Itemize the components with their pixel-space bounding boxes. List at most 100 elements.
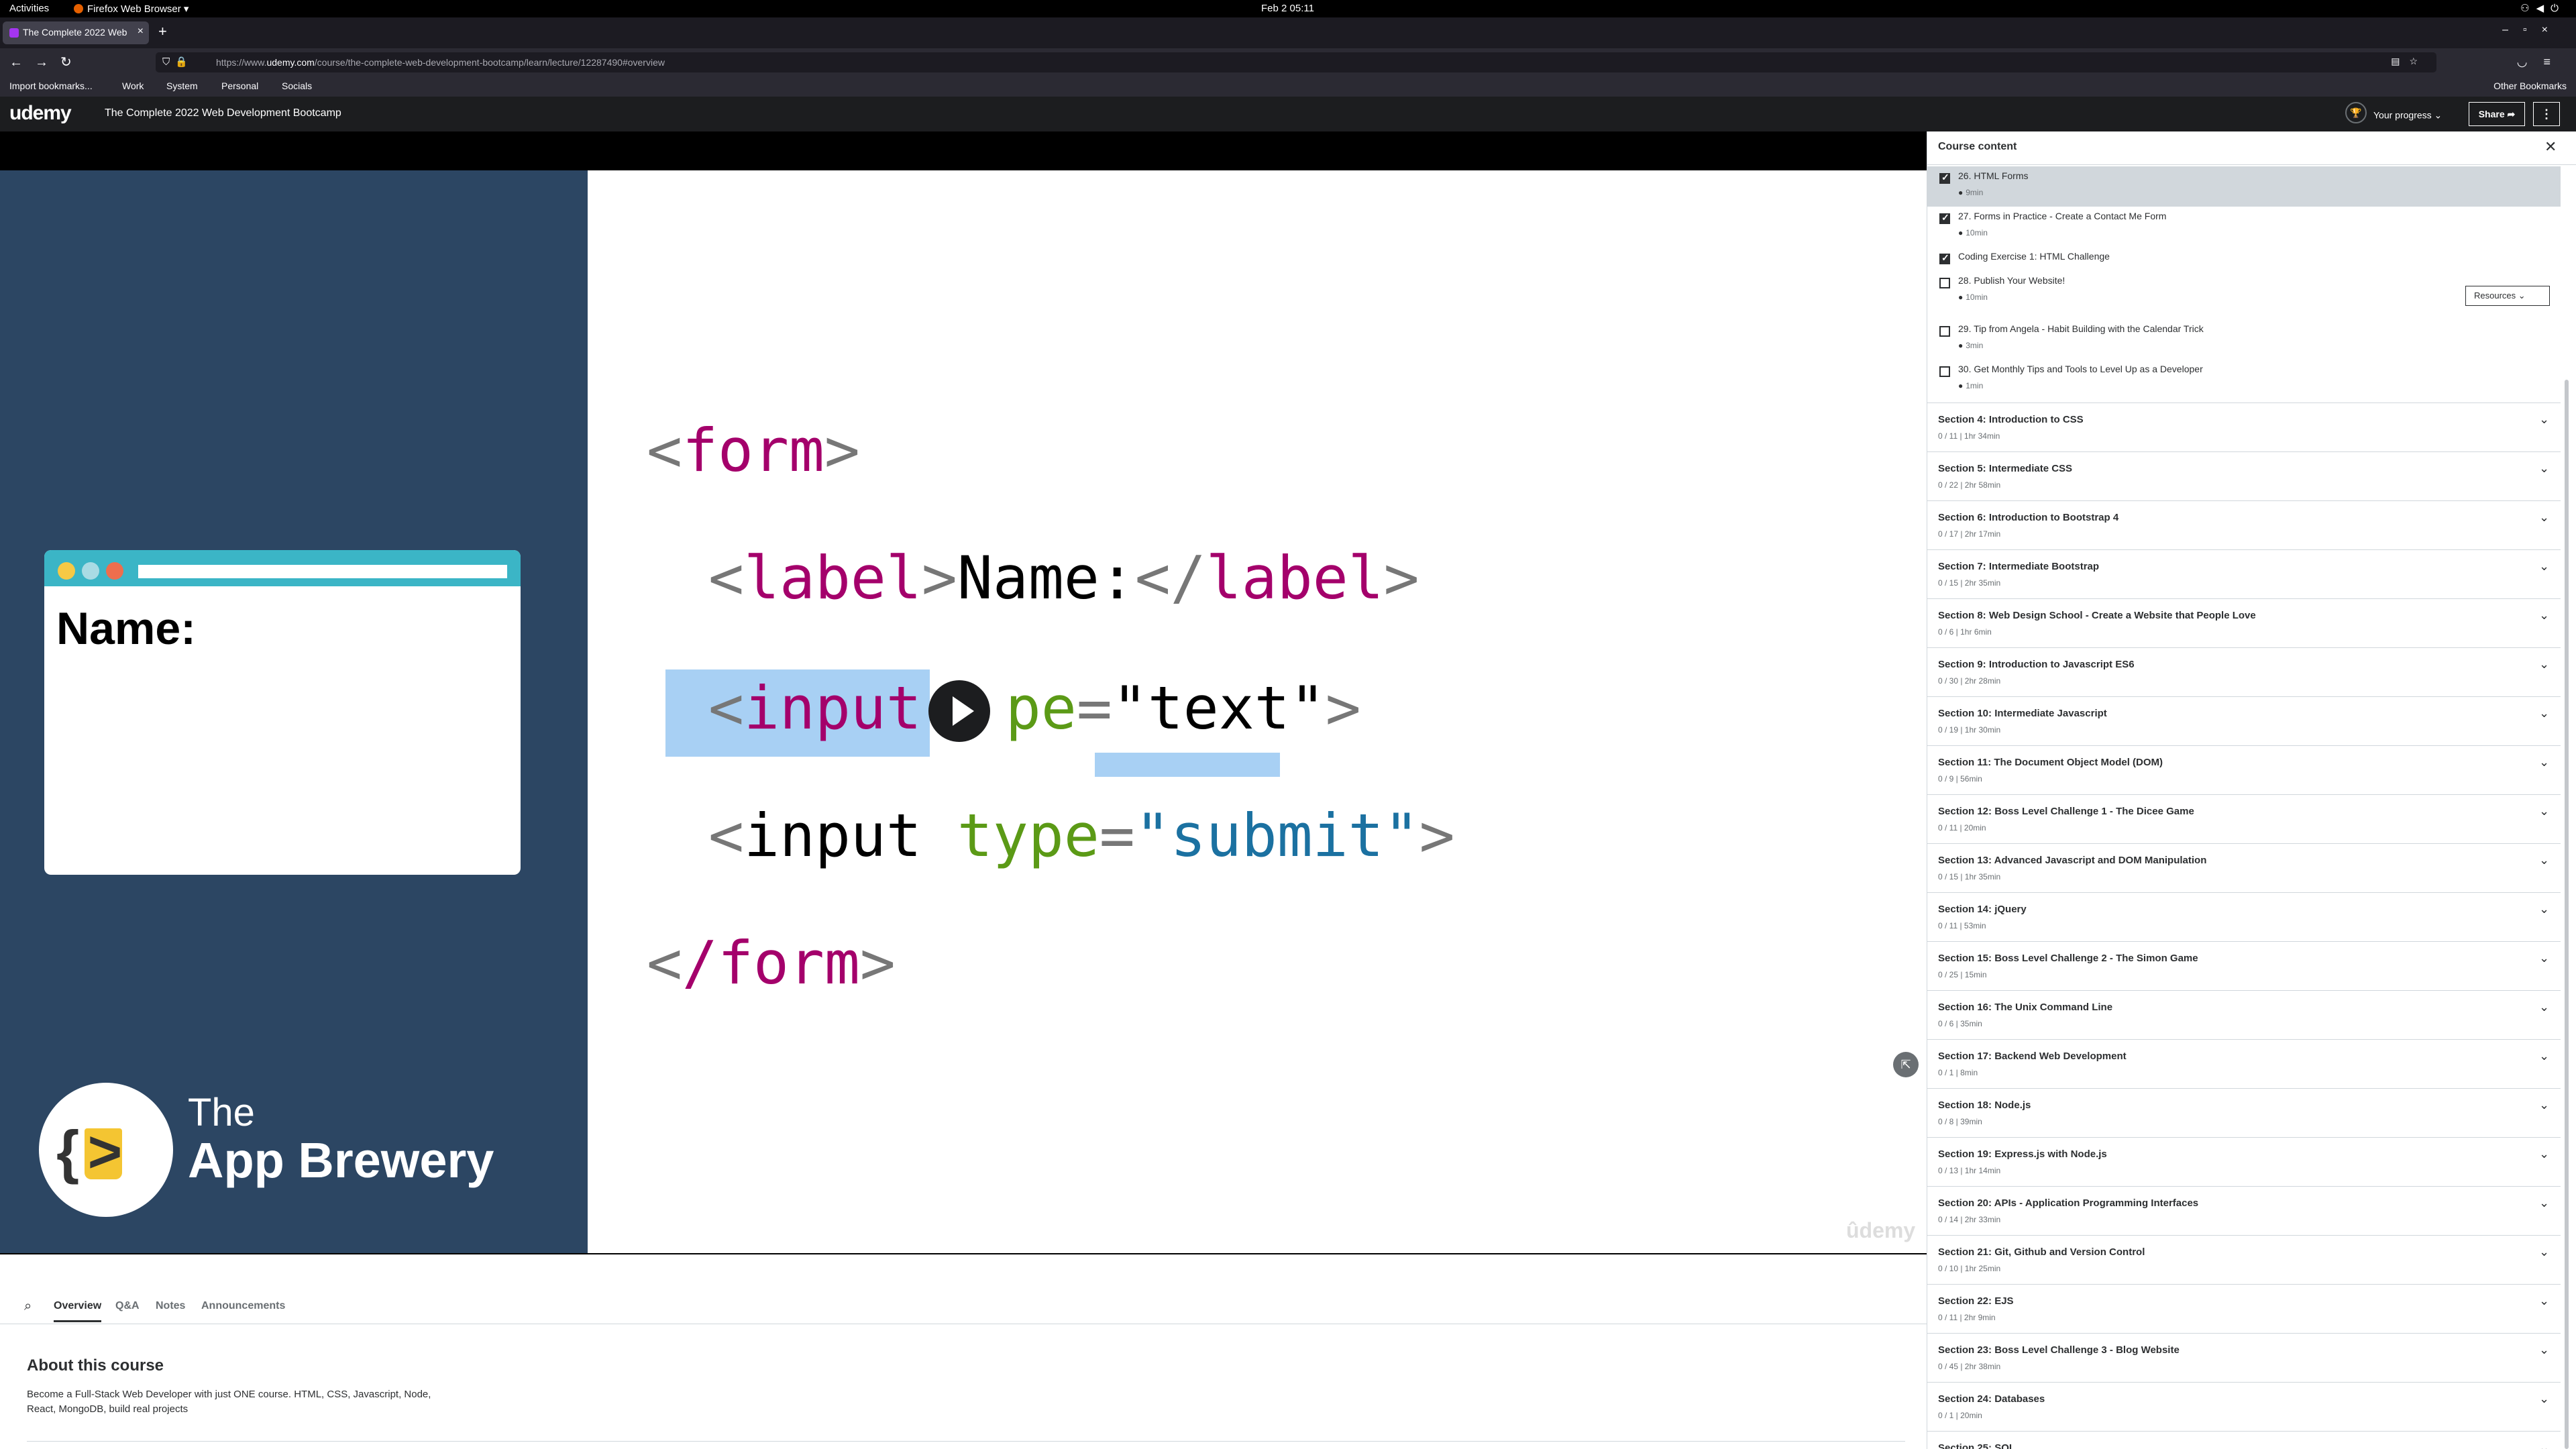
- chevron-down-icon[interactable]: ⌄: [2539, 853, 2549, 867]
- section-item[interactable]: Section 21: Git, Github and Version Cont…: [1927, 1235, 2561, 1284]
- section-item[interactable]: Section 22: EJS 0 / 11 | 2hr 9min ⌄: [1927, 1284, 2561, 1333]
- udemy-logo[interactable]: udemy: [9, 102, 72, 125]
- nav-buttons[interactable]: ←→↻: [9, 54, 84, 70]
- progress-dropdown[interactable]: 🏆 Your progress ⌄: [2345, 102, 2442, 126]
- lecture-item[interactable]: 29. Tip from Angela - Habit Building wit…: [1927, 319, 2561, 360]
- section-item[interactable]: Section 16: The Unix Command Line 0 / 6 |…: [1927, 990, 2561, 1039]
- back-icon[interactable]: ←: [9, 55, 35, 70]
- scrollbar[interactable]: [2565, 380, 2569, 1449]
- play-icon[interactable]: [928, 680, 990, 742]
- tab-qa[interactable]: Q&A: [115, 1300, 140, 1312]
- menu-icon[interactable]: ≡: [2543, 55, 2567, 68]
- section-item[interactable]: Section 6: Introduction to Bootstrap 4 0 …: [1927, 500, 2561, 549]
- checkbox[interactable]: [1939, 278, 1950, 288]
- chevron-down-icon[interactable]: ⌄: [2539, 559, 2549, 574]
- bookmark-folder-work[interactable]: Work: [122, 80, 144, 91]
- section-item[interactable]: Section 12: Boss Level Challenge 1 - The…: [1927, 794, 2561, 843]
- chevron-down-icon[interactable]: ⌄: [2539, 804, 2549, 818]
- lecture-item[interactable]: 28. Publish Your Website! 10min Resource…: [1927, 271, 2561, 319]
- lecture-item[interactable]: 30. Get Monthly Tips and Tools to Level …: [1927, 360, 2561, 400]
- system-tray[interactable]: ⚇◀⏻: [2520, 2, 2565, 14]
- section-item[interactable]: Section 25: SQL ⌄: [1927, 1431, 2561, 1449]
- section-item[interactable]: Section 18: Node.js 0 / 8 | 39min ⌄: [1927, 1088, 2561, 1137]
- chevron-down-icon[interactable]: ⌄: [2539, 1147, 2549, 1161]
- url-actions[interactable]: ▤☆: [2391, 56, 2427, 67]
- toolbar-right[interactable]: ◡≡: [2517, 55, 2567, 69]
- video-frame[interactable]: Name: { > The App Brewery <form> <label>…: [0, 170, 1927, 1253]
- chevron-down-icon[interactable]: ⌄: [2539, 462, 2549, 476]
- tab-announcements[interactable]: Announcements: [201, 1300, 285, 1312]
- forward-icon[interactable]: →: [35, 55, 60, 70]
- lecture-item[interactable]: 26. HTML Forms 9min: [1927, 166, 2561, 207]
- checkbox[interactable]: [1939, 326, 1950, 337]
- checkbox[interactable]: [1939, 366, 1950, 377]
- expand-icon[interactable]: ⇱: [1893, 1052, 1919, 1077]
- checkbox[interactable]: [1939, 252, 1950, 264]
- chevron-down-icon[interactable]: ⌄: [2539, 706, 2549, 720]
- chevron-down-icon[interactable]: ⌄: [2539, 1098, 2549, 1112]
- bookmark-import[interactable]: Import bookmarks...: [9, 80, 93, 91]
- slide-left-panel: Name: { > The App Brewery: [0, 170, 588, 1253]
- section-item[interactable]: Section 15: Boss Level Challenge 2 - The…: [1927, 941, 2561, 990]
- chevron-down-icon[interactable]: ⌄: [2539, 1049, 2549, 1063]
- chevron-down-icon[interactable]: ⌄: [2539, 657, 2549, 672]
- chevron-down-icon[interactable]: ⌄: [2539, 1392, 2549, 1406]
- window-controls[interactable]: –▫×: [2502, 24, 2563, 36]
- resources-dropdown[interactable]: Resources ⌄: [2465, 286, 2550, 306]
- video-player[interactable]: Name: { > The App Brewery <form> <label>…: [0, 131, 1927, 1254]
- section-item[interactable]: Section 24: Databases 0 / 1 | 20min ⌄: [1927, 1382, 2561, 1431]
- section-item[interactable]: Section 20: APIs - Application Programmi…: [1927, 1186, 2561, 1235]
- section-item[interactable]: Section 5: Intermediate CSS 0 / 22 | 2hr …: [1927, 451, 2561, 500]
- bookmark-star-icon[interactable]: ☆: [2409, 56, 2427, 66]
- checkbox[interactable]: [1939, 212, 1950, 224]
- lecture-item[interactable]: 27. Forms in Practice - Create a Contact…: [1927, 207, 2561, 247]
- lecture-item[interactable]: Coding Exercise 1: HTML Challenge: [1927, 247, 2561, 271]
- section-item[interactable]: Section 7: Intermediate Bootstrap 0 / 15 …: [1927, 549, 2561, 598]
- tab-notes[interactable]: Notes: [156, 1300, 185, 1312]
- chevron-down-icon[interactable]: ⌄: [2539, 755, 2549, 769]
- bookmark-folder-system[interactable]: System: [166, 80, 198, 91]
- section-item[interactable]: Section 11: The Document Object Model (D…: [1927, 745, 2561, 794]
- reader-view-icon[interactable]: ▤: [2391, 56, 2409, 66]
- section-item[interactable]: Section 9: Introduction to Javascript ES…: [1927, 647, 2561, 696]
- section-item[interactable]: Section 19: Express.js with Node.js 0 / 1…: [1927, 1137, 2561, 1186]
- chevron-down-icon[interactable]: ⌄: [2539, 902, 2549, 916]
- search-icon[interactable]: ⌕: [24, 1299, 32, 1314]
- more-options-button[interactable]: ⋮: [2533, 102, 2560, 126]
- chevron-down-icon[interactable]: ⌄: [2539, 1196, 2549, 1210]
- app-menu[interactable]: Firefox Web Browser ▾: [74, 3, 189, 15]
- chevron-down-icon[interactable]: ⌄: [2539, 1000, 2549, 1014]
- chevron-down-icon[interactable]: ⌄: [2539, 1343, 2549, 1357]
- chevron-down-icon[interactable]: ⌄: [2539, 511, 2549, 525]
- bookmark-folder-socials[interactable]: Socials: [282, 80, 312, 91]
- url-bar[interactable]: ⛉🔒 https://www.udemy.com/course/the-comp…: [156, 52, 2436, 72]
- share-button[interactable]: Share ➦: [2469, 102, 2525, 126]
- close-icon[interactable]: ✕: [2544, 138, 2557, 156]
- section-item[interactable]: Section 14: jQuery 0 / 11 | 53min ⌄: [1927, 892, 2561, 941]
- chevron-down-icon[interactable]: ⌄: [2539, 1294, 2549, 1308]
- chevron-down-icon[interactable]: ⌄: [2539, 1441, 2549, 1449]
- section-item[interactable]: Section 10: Intermediate Javascript 0 / 1…: [1927, 696, 2561, 745]
- pocket-icon[interactable]: ◡: [2517, 55, 2544, 68]
- course-title[interactable]: The Complete 2022 Web Development Bootca…: [105, 107, 341, 119]
- section-item[interactable]: Section 13: Advanced Javascript and DOM …: [1927, 843, 2561, 892]
- activities-button[interactable]: Activities: [9, 3, 49, 14]
- new-tab-button[interactable]: +: [158, 23, 167, 40]
- chevron-down-icon[interactable]: ⌄: [2539, 1245, 2549, 1259]
- section-item[interactable]: Section 4: Introduction to CSS 0 / 11 | 1…: [1927, 402, 2561, 451]
- chevron-down-icon[interactable]: ⌄: [2539, 413, 2549, 427]
- section-item[interactable]: Section 23: Boss Level Challenge 3 - Blo…: [1927, 1333, 2561, 1382]
- tab-overview[interactable]: Overview: [54, 1300, 102, 1322]
- chevron-down-icon[interactable]: ⌄: [2539, 608, 2549, 623]
- clock[interactable]: Feb 2 05:11: [1261, 3, 1314, 14]
- browser-tab-active[interactable]: The Complete 2022 Web ×: [3, 21, 149, 44]
- close-tab-icon[interactable]: ×: [138, 25, 144, 38]
- chevron-down-icon[interactable]: ⌄: [2539, 951, 2549, 965]
- section-item[interactable]: Section 17: Backend Web Development 0 / 1…: [1927, 1039, 2561, 1088]
- bookmark-folder-personal[interactable]: Personal: [221, 80, 258, 91]
- section-item[interactable]: Section 8: Web Design School - Create a …: [1927, 598, 2561, 647]
- reload-icon[interactable]: ↻: [60, 55, 84, 70]
- other-bookmarks[interactable]: Other Bookmarks: [2493, 80, 2567, 91]
- checkbox[interactable]: [1939, 172, 1950, 184]
- shield-icon[interactable]: ⛉🔒: [162, 56, 193, 68]
